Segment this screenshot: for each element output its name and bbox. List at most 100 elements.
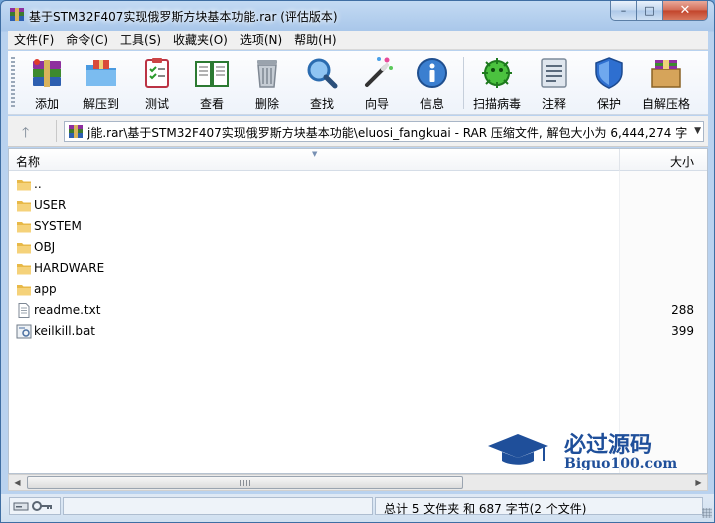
list-item[interactable]: keilkill.bat 399 [9, 321, 699, 342]
folder-icon [17, 243, 31, 254]
status-icons-segment [9, 497, 61, 515]
batch-file-icon [16, 324, 32, 339]
address-separator [56, 120, 57, 142]
drive-icon[interactable] [13, 501, 29, 512]
rar-file-icon [69, 125, 83, 138]
watermark-cn: 必过源码 [564, 432, 652, 458]
minimize-button[interactable]: – [610, 1, 637, 21]
winrar-app-icon[interactable] [9, 7, 25, 23]
menu-options[interactable]: 选项(N) [234, 31, 288, 50]
virus-scan-button[interactable]: 扫描病毒 [469, 55, 525, 111]
up-folder-button[interactable]: 🡑 [22, 122, 29, 146]
folder-icon [17, 222, 31, 233]
address-path-text: j能.rar\基于STM32F407实现俄罗斯方块基本功能\eluosi_fan… [87, 126, 687, 140]
winrar-window: 基于STM32F407实现俄罗斯方块基本功能.rar (评估版本) – □ ✕ … [0, 0, 715, 523]
list-item[interactable]: .. [9, 174, 699, 195]
comment-icon [541, 58, 567, 88]
column-header: 名称 ▼ 大小 [9, 149, 707, 171]
folder-icon [17, 201, 31, 212]
text-file-icon [18, 303, 30, 318]
list-item[interactable]: OBJ [9, 237, 699, 258]
test-button[interactable]: 测试 [129, 55, 185, 111]
trash-icon [257, 60, 277, 88]
protect-label: 保护 [596, 97, 621, 111]
wizard-wand-icon [365, 57, 393, 87]
file-name: .. [34, 177, 42, 191]
toolbar: 添加 解压到 测试 查看 删除 查找 向导 信息 扫描病毒 注释 保护 自解压格 [8, 51, 708, 115]
scrollbar-thumb[interactable] [27, 476, 463, 489]
graduation-cap-icon [488, 434, 548, 458]
info-icon [417, 58, 447, 88]
magnifier-icon [307, 58, 338, 89]
sfx-label: 自解压格 [641, 97, 690, 111]
file-list: 名称 ▼ 大小 .. USER SYSTEM OBJ HARDWARE app … [8, 148, 708, 474]
protect-button[interactable]: 保护 [581, 55, 637, 111]
menu-help[interactable]: 帮助(H) [288, 31, 342, 50]
column-size-header[interactable]: 大小 [670, 153, 694, 170]
extract-to-icon [86, 60, 116, 86]
scrollbar-grip [240, 480, 250, 486]
info-button[interactable]: 信息 [404, 55, 460, 111]
folder-icon [17, 285, 31, 296]
shield-icon [595, 57, 623, 89]
menu-tools[interactable]: 工具(S) [114, 31, 167, 50]
add-archive-icon [33, 59, 61, 87]
window-title: 基于STM32F407实现俄罗斯方块基本功能.rar (评估版本) [29, 10, 338, 24]
toolbar-grip[interactable] [11, 57, 15, 109]
address-path-field[interactable]: j能.rar\基于STM32F407实现俄罗斯方块基本功能\eluosi_fan… [64, 121, 704, 142]
test-icon [145, 58, 169, 88]
column-name-header[interactable]: 名称 [16, 153, 40, 170]
add-label: 添加 [34, 97, 59, 111]
add-button[interactable]: 添加 [19, 55, 75, 111]
close-button[interactable]: ✕ [663, 1, 708, 21]
resize-grip[interactable] [702, 508, 712, 518]
find-button[interactable]: 查找 [294, 55, 350, 111]
list-item[interactable]: HARDWARE [9, 258, 699, 279]
list-item[interactable]: app [9, 279, 699, 300]
file-name: HARDWARE [34, 261, 105, 275]
file-name: keilkill.bat [34, 324, 96, 338]
list-item[interactable]: SYSTEM [9, 216, 699, 237]
file-name: app [34, 282, 57, 296]
column-divider[interactable] [619, 149, 620, 171]
list-item[interactable]: USER [9, 195, 699, 216]
address-bar: 🡑 j能.rar\基于STM32F407实现俄罗斯方块基本功能\eluosi_f… [8, 116, 708, 147]
sfx-box-icon [651, 60, 681, 88]
extract-to-button[interactable]: 解压到 [73, 55, 129, 111]
menu-file[interactable]: 文件(F) [8, 31, 60, 50]
toolbar-separator [463, 57, 464, 109]
view-book-icon [195, 61, 229, 87]
file-size: 288 [671, 303, 694, 317]
delete-label: 删除 [254, 97, 279, 111]
test-label: 测试 [144, 97, 169, 111]
maximize-button[interactable]: □ [637, 1, 663, 21]
status-bar: 总计 5 文件夹 和 687 字节(2 个文件) [1, 494, 714, 522]
list-item[interactable]: readme.txt 288 [9, 300, 699, 321]
horizontal-scrollbar[interactable]: ◀ ▶ [8, 474, 708, 491]
chevron-down-icon[interactable]: ▼ [694, 126, 701, 136]
status-summary-segment: 总计 5 文件夹 和 687 字节(2 个文件) [375, 497, 703, 516]
file-name: USER [34, 198, 67, 212]
sfx-button[interactable]: 自解压格 [638, 55, 694, 111]
extract-to-label: 解压到 [82, 97, 119, 111]
scroll-left-arrow-icon[interactable]: ◀ [9, 475, 26, 490]
key-icon[interactable] [32, 500, 54, 512]
delete-button[interactable]: 删除 [239, 55, 295, 111]
info-label: 信息 [419, 97, 444, 111]
virus-scan-icon [482, 58, 512, 88]
virus-scan-label: 扫描病毒 [472, 97, 521, 111]
file-name: OBJ [34, 240, 56, 254]
comment-button[interactable]: 注释 [526, 55, 582, 111]
folder-up-icon [17, 180, 31, 191]
file-size: 399 [671, 324, 694, 338]
scroll-right-arrow-icon[interactable]: ▶ [690, 475, 707, 490]
view-button[interactable]: 查看 [184, 55, 240, 111]
title-bar[interactable]: 基于STM32F407实现俄罗斯方块基本功能.rar (评估版本) – □ ✕ [1, 1, 714, 31]
sort-arrow-icon: ▼ [312, 150, 318, 158]
menu-commands[interactable]: 命令(C) [60, 31, 114, 50]
view-label: 查看 [199, 97, 224, 111]
menu-favorites[interactable]: 收藏夹(O) [167, 31, 234, 50]
wizard-button[interactable]: 向导 [349, 55, 405, 111]
watermark-logo: 必过源码 Biguo100.com [488, 432, 677, 470]
wizard-label: 向导 [364, 97, 389, 111]
